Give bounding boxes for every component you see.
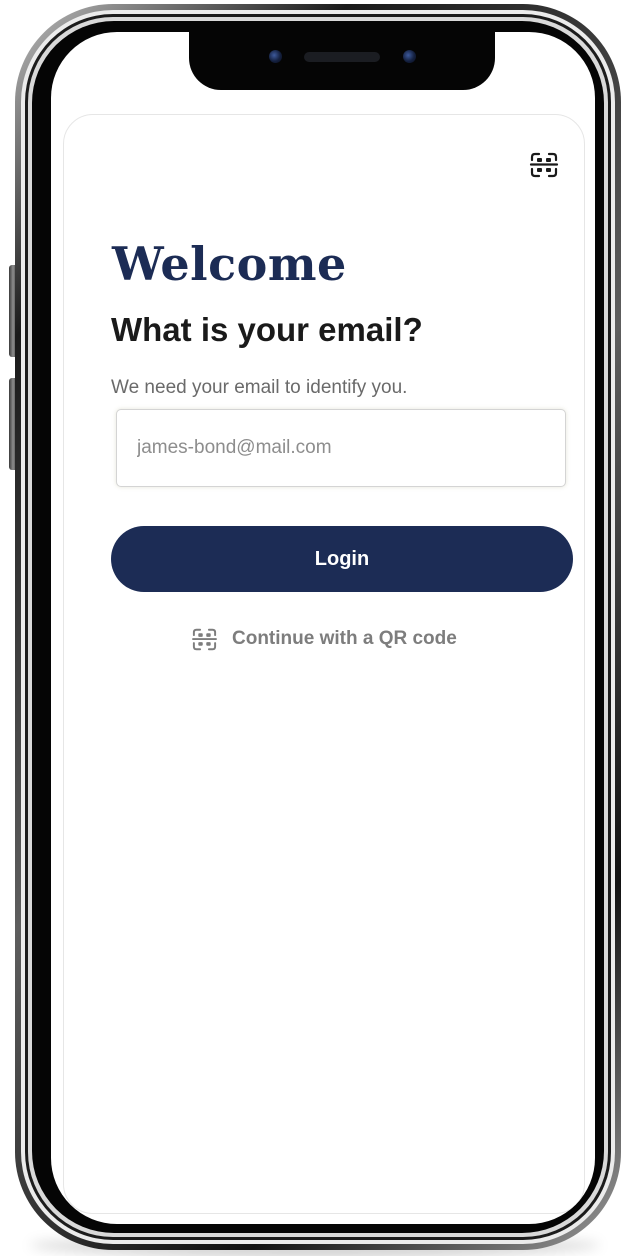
qr-scan-icon — [192, 628, 217, 650]
continue-with-qr-link[interactable]: Continue with a QR code — [191, 624, 457, 654]
notch — [189, 32, 495, 90]
device-mockup: Welcome What is your email? We need your… — [0, 0, 630, 1256]
qr-scan-button[interactable] — [529, 152, 559, 178]
phone-screen: Welcome What is your email? We need your… — [51, 32, 595, 1224]
login-button[interactable]: Login — [111, 526, 573, 592]
earpiece-speaker — [304, 52, 380, 62]
phone-frame: Welcome What is your email? We need your… — [15, 4, 621, 1250]
welcome-title: Welcome — [112, 237, 347, 291]
face-sensor — [403, 50, 416, 63]
qr-link-label: Continue with a QR code — [232, 628, 457, 649]
email-question: What is your email? — [111, 311, 423, 348]
email-hint: We need your email to identify you. — [111, 377, 408, 398]
qr-scan-icon — [529, 152, 559, 178]
front-camera — [269, 50, 282, 63]
email-input[interactable] — [116, 409, 566, 487]
